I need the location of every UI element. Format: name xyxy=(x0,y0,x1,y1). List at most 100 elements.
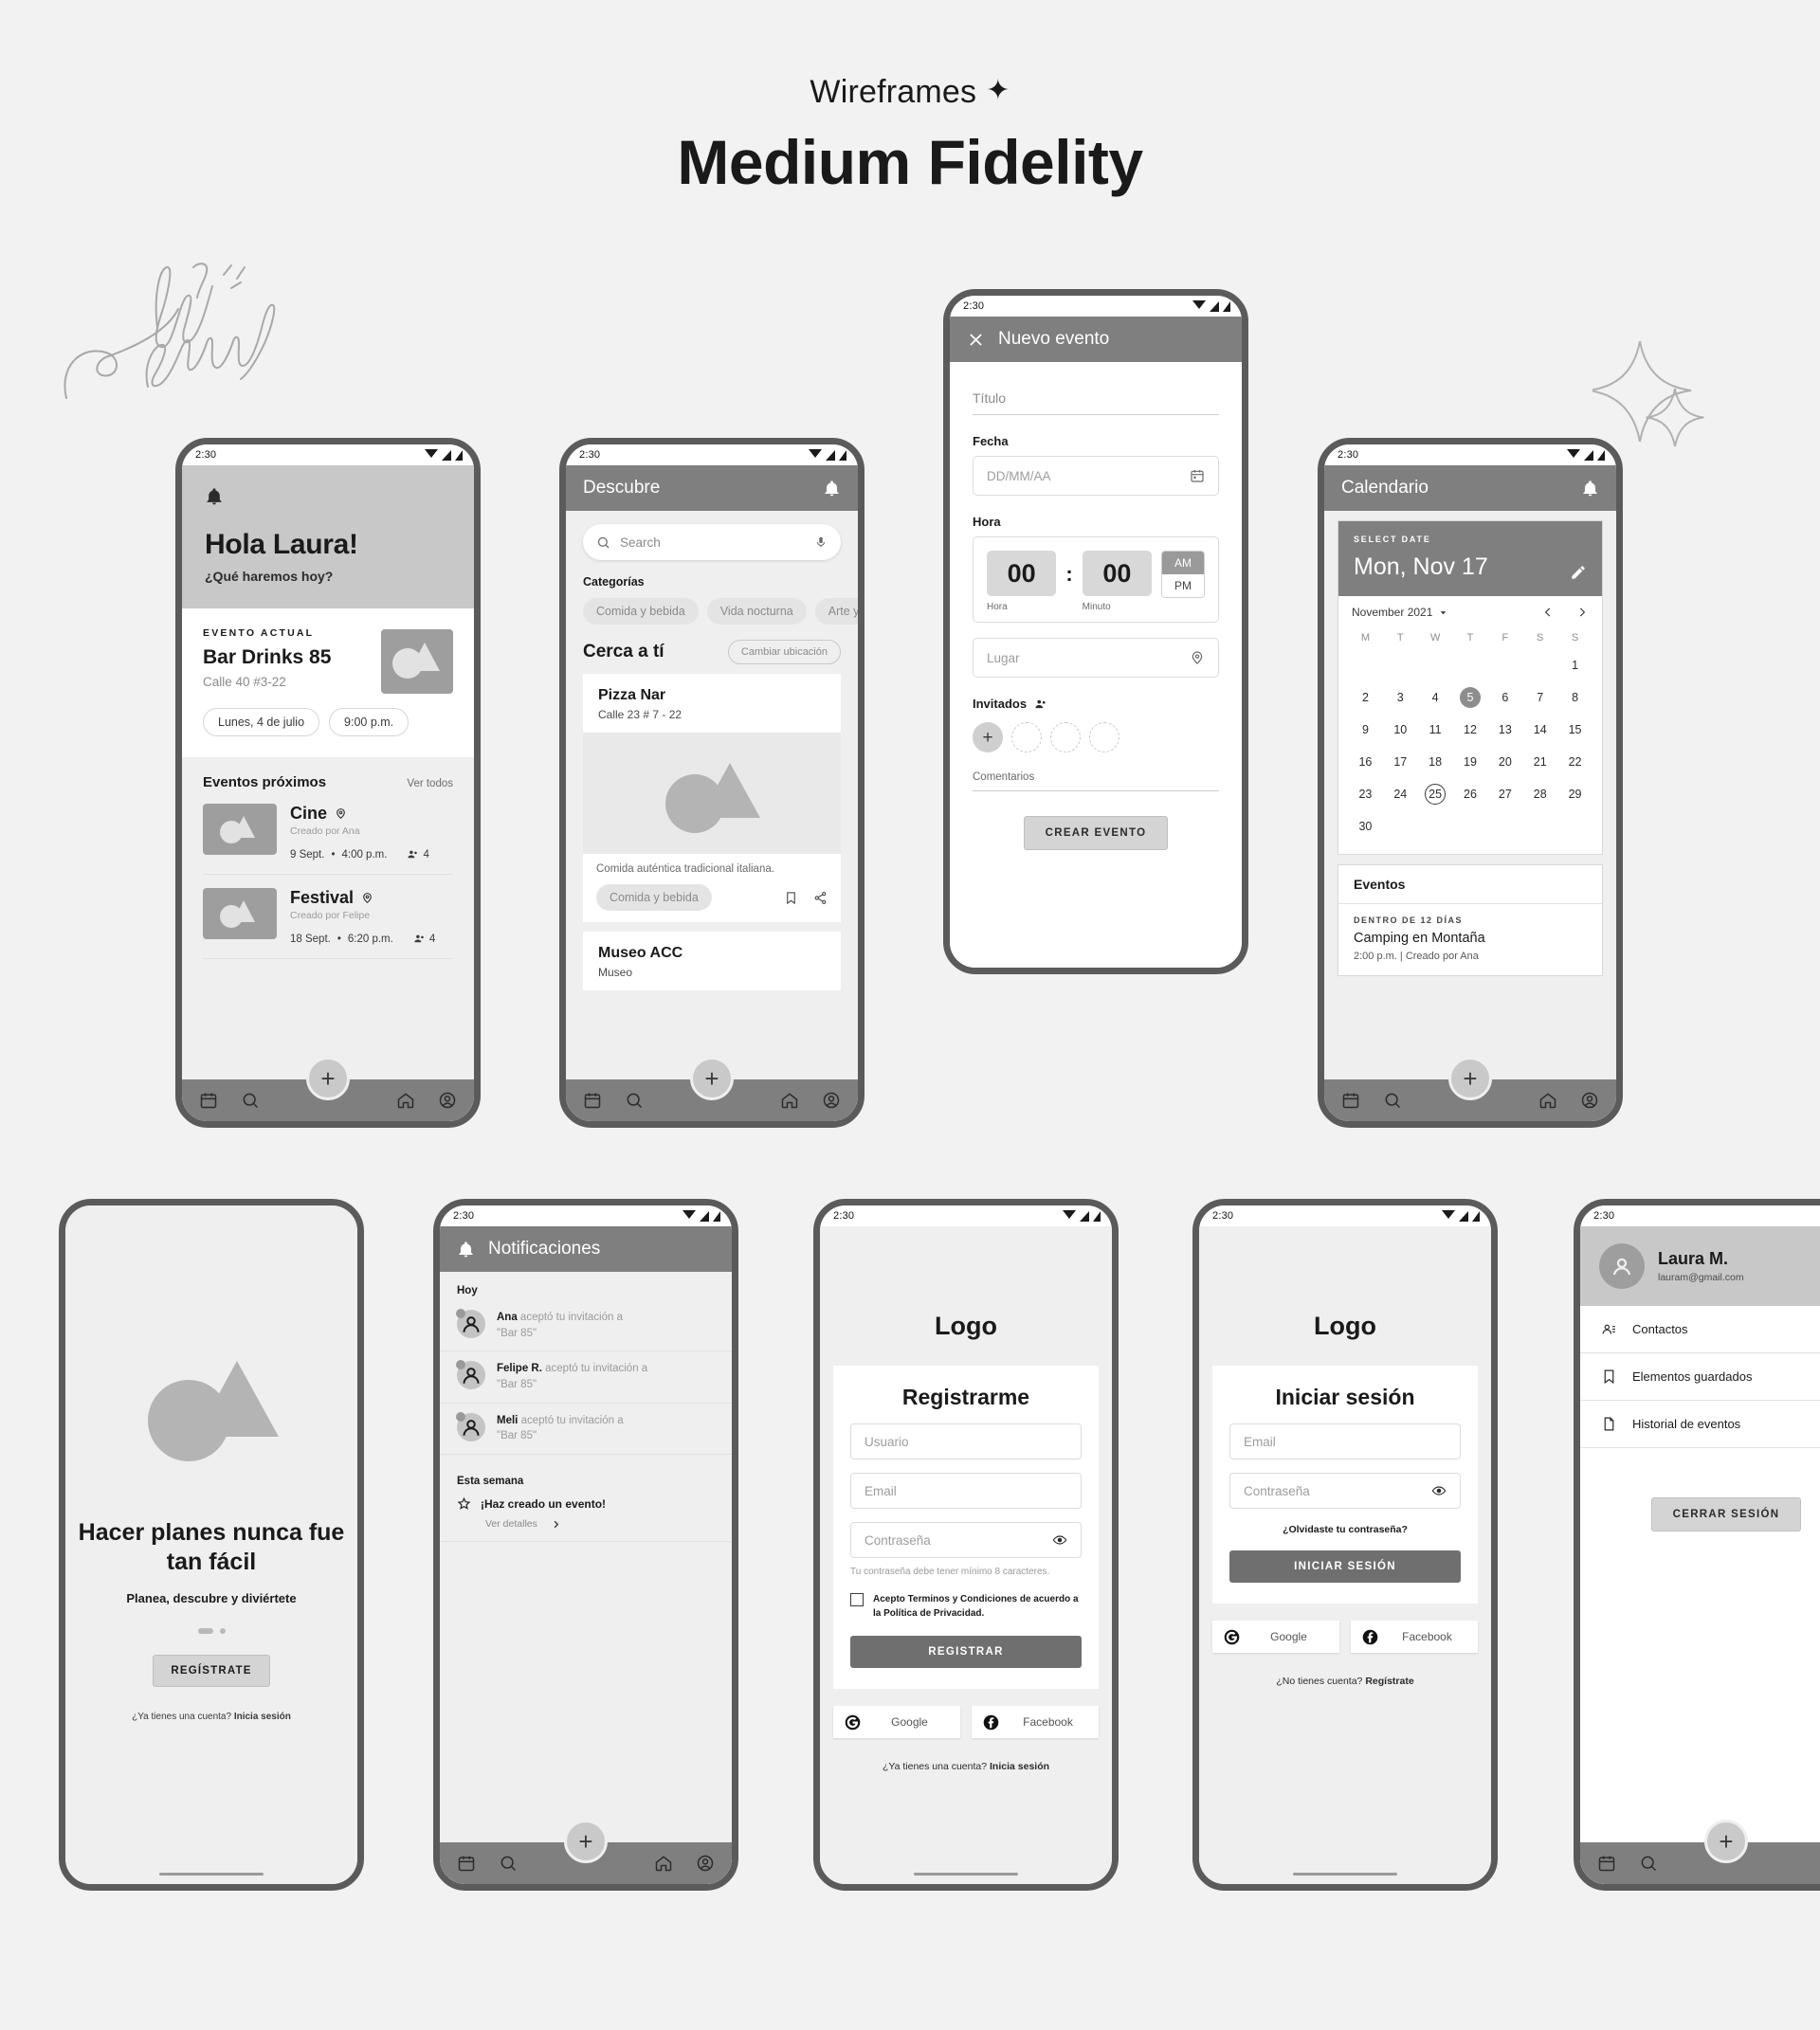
dot-active[interactable] xyxy=(197,1627,213,1634)
search-icon[interactable] xyxy=(241,1091,260,1110)
title-input[interactable]: Título xyxy=(973,390,1219,415)
username-field[interactable]: Usuario xyxy=(850,1423,1082,1459)
see-all-link[interactable]: Ver todos xyxy=(407,778,453,789)
login-button[interactable]: INICIAR SESIÓN xyxy=(1229,1550,1461,1583)
calendar-day[interactable]: 23 xyxy=(1348,778,1383,810)
calendar-day[interactable]: 16 xyxy=(1348,746,1383,778)
calendar-icon[interactable] xyxy=(1341,1091,1360,1110)
facebook-login-button[interactable]: Facebook xyxy=(972,1706,1099,1738)
close-icon[interactable] xyxy=(967,331,985,349)
add-event-fab[interactable]: + xyxy=(1448,1057,1492,1100)
calendar-day[interactable]: 7 xyxy=(1522,681,1557,714)
calendar-grid[interactable]: MTWTFSS 1 2 3 4 5 6 7 8 9 10 11 12 13 14 15 16 17 18 19 20 2… xyxy=(1338,623,1602,854)
upcoming-event-row[interactable]: Festival Creado por Felipe 18 Sept. • 6:… xyxy=(203,875,453,959)
notification-row[interactable]: Ana aceptó tu invitación a "Bar 85" xyxy=(440,1300,732,1352)
google-login-button[interactable]: Google xyxy=(1212,1621,1339,1653)
email-field[interactable]: Email xyxy=(850,1473,1082,1509)
place-card[interactable]: Pizza Nar Calle 23 # 7 - 22 Comida autén… xyxy=(583,674,841,922)
am-pm-toggle[interactable]: AM PM xyxy=(1161,551,1206,598)
notification-row[interactable]: Felipe R. aceptó tu invitación a "Bar 85… xyxy=(440,1351,732,1404)
calendar-day[interactable]: 18 xyxy=(1418,746,1453,778)
login-link[interactable]: Inicia sesión xyxy=(990,1761,1049,1772)
add-event-fab[interactable]: + xyxy=(564,1820,608,1863)
home-icon[interactable] xyxy=(780,1091,799,1110)
search-icon[interactable] xyxy=(1383,1091,1402,1110)
week-notification-row[interactable]: ¡Haz creado un evento! xyxy=(440,1491,732,1511)
hour-value[interactable]: 00 xyxy=(987,551,1057,596)
profile-item-history[interactable]: Historial de eventos xyxy=(1580,1401,1820,1448)
calendar-day[interactable]: 13 xyxy=(1487,714,1522,746)
calendar-day[interactable]: 22 xyxy=(1557,746,1592,778)
place-card[interactable]: Museo ACC Museo xyxy=(583,932,841,990)
search-input[interactable]: Search xyxy=(583,524,841,560)
avatar[interactable] xyxy=(1599,1243,1645,1289)
create-event-button[interactable]: CREAR EVENTO xyxy=(1023,816,1169,850)
see-details-link[interactable]: Ver detalles xyxy=(485,1518,537,1530)
add-event-fab[interactable]: + xyxy=(690,1057,734,1100)
calendar-day[interactable]: 27 xyxy=(1487,778,1522,810)
guest-placeholder[interactable] xyxy=(1011,722,1042,752)
notification-row[interactable]: Meli aceptó tu invitación a "Bar 85" xyxy=(440,1404,732,1456)
calendar-day[interactable]: 12 xyxy=(1453,714,1488,746)
password-field[interactable]: Contraseña xyxy=(850,1522,1082,1558)
profile-icon[interactable] xyxy=(1580,1091,1599,1110)
profile-icon[interactable] xyxy=(696,1854,715,1873)
bell-icon[interactable] xyxy=(823,480,841,498)
calendar-day[interactable]: 20 xyxy=(1487,746,1522,778)
calendar-day[interactable]: 24 xyxy=(1383,778,1418,810)
current-event-date-chip[interactable]: Lunes, 4 de julio xyxy=(203,708,320,736)
calendar-day[interactable]: 30 xyxy=(1348,810,1383,843)
profile-icon[interactable] xyxy=(438,1091,457,1110)
calendar-day[interactable]: 11 xyxy=(1418,714,1453,746)
upcoming-event-row[interactable]: Cine Creado por Ana 9 Sept. • 4:00 p.m. xyxy=(203,790,453,875)
logout-button[interactable]: CERRAR SESIÓN xyxy=(1650,1497,1802,1532)
chevron-right-icon[interactable] xyxy=(551,1519,561,1530)
calendar-day[interactable]: 15 xyxy=(1557,714,1592,746)
calendar-day[interactable]: 25 xyxy=(1418,778,1453,810)
calendar-day[interactable]: 2 xyxy=(1348,681,1383,714)
register-button[interactable]: REGISTRAR xyxy=(850,1636,1082,1668)
calendar-icon[interactable] xyxy=(199,1091,218,1110)
pm-option[interactable]: PM xyxy=(1162,574,1205,597)
guest-placeholder[interactable] xyxy=(1050,722,1081,752)
profile-item-contacts[interactable]: Contactos xyxy=(1580,1306,1820,1353)
home-icon[interactable] xyxy=(396,1091,415,1110)
home-icon[interactable] xyxy=(654,1854,673,1873)
calendar-day[interactable]: 4 xyxy=(1418,681,1453,714)
calendar-day[interactable]: 14 xyxy=(1522,714,1557,746)
login-link[interactable]: Inicia sesión xyxy=(234,1712,291,1722)
terms-row[interactable]: Acepto Terminos y Condiciones de acuerdo… xyxy=(850,1592,1082,1621)
bell-icon[interactable] xyxy=(205,486,224,507)
calendar-icon[interactable] xyxy=(583,1091,602,1110)
calendar-day[interactable]: 28 xyxy=(1522,778,1557,810)
calendar-day[interactable]: 19 xyxy=(1453,746,1488,778)
share-icon[interactable] xyxy=(813,891,828,905)
category-chip[interactable]: Vida nocturna xyxy=(706,598,807,625)
chevron-left-icon[interactable] xyxy=(1541,606,1555,619)
eye-icon[interactable] xyxy=(1431,1483,1447,1498)
guest-placeholder[interactable] xyxy=(1089,722,1119,752)
current-event-time-chip[interactable]: 9:00 p.m. xyxy=(329,708,410,736)
search-icon[interactable] xyxy=(625,1091,644,1110)
calendar-day[interactable]: 26 xyxy=(1453,778,1488,810)
terms-checkbox[interactable] xyxy=(850,1593,864,1606)
calendar-day[interactable]: 17 xyxy=(1383,746,1418,778)
place-input[interactable]: Lugar xyxy=(973,638,1219,678)
category-chip[interactable]: Arte y cultura xyxy=(814,598,858,625)
add-event-fab[interactable]: + xyxy=(1704,1820,1748,1863)
home-icon[interactable] xyxy=(1538,1091,1557,1110)
email-field[interactable]: Email xyxy=(1229,1423,1461,1459)
calendar-day[interactable]: 10 xyxy=(1383,714,1418,746)
calendar-day[interactable]: 8 xyxy=(1557,681,1592,714)
add-event-fab[interactable]: + xyxy=(306,1057,350,1100)
carousel-dots[interactable] xyxy=(197,1627,226,1634)
eye-icon[interactable] xyxy=(1052,1532,1067,1548)
current-event-card[interactable]: EVENTO ACTUAL Bar Drinks 85 Calle 40 #3-… xyxy=(182,608,474,757)
calendar-day[interactable]: 1 xyxy=(1557,649,1592,681)
dot[interactable] xyxy=(219,1627,226,1634)
signup-link[interactable]: Regístrate xyxy=(1365,1676,1413,1687)
search-icon[interactable] xyxy=(499,1854,518,1873)
bookmark-icon[interactable] xyxy=(784,891,798,905)
google-login-button[interactable]: Google xyxy=(833,1706,960,1738)
minute-value[interactable]: 00 xyxy=(1082,551,1153,596)
